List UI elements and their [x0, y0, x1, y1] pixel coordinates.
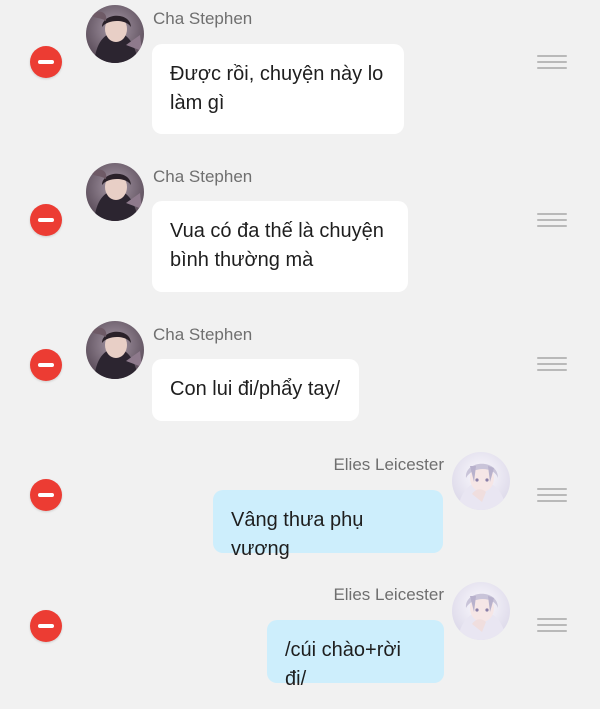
avatar[interactable] — [86, 163, 144, 221]
avatar[interactable] — [452, 582, 510, 640]
message-row[interactable]: Elies Leicester Vâng thưa phụ vương — [0, 446, 600, 566]
drag-handle-icon[interactable] — [537, 357, 567, 373]
light-haired-character-avatar-icon — [452, 582, 510, 640]
dark-haired-character-avatar-icon — [86, 5, 144, 63]
avatar[interactable] — [452, 452, 510, 510]
avatar[interactable] — [86, 321, 144, 379]
sender-name: Cha Stephen — [153, 9, 253, 28]
message-row[interactable]: Cha Stephen Được rồi, chuyện này lo làm … — [0, 0, 600, 150]
drag-handle-icon[interactable] — [537, 55, 567, 71]
delete-message-button[interactable] — [30, 479, 62, 511]
sender-name: Cha Stephen — [153, 167, 253, 186]
delete-message-button[interactable] — [30, 610, 62, 642]
drag-handle-icon[interactable] — [537, 213, 567, 229]
light-haired-character-avatar-icon — [452, 452, 510, 510]
dark-haired-character-avatar-icon — [86, 321, 144, 379]
delete-message-button[interactable] — [30, 349, 62, 381]
avatar[interactable] — [86, 5, 144, 63]
message-bubble[interactable]: Vâng thưa phụ vương — [213, 490, 443, 560]
message-bubble[interactable]: Con lui đi/phẩy tay/ — [152, 359, 359, 421]
drag-handle-icon[interactable] — [537, 488, 567, 504]
message-bubble[interactable]: Vua có đa thế là chuyện bình thường mà — [152, 201, 408, 292]
sender-name: Elies Leicester — [333, 455, 444, 474]
message-bubble[interactable]: Được rồi, chuyện này lo làm gì — [152, 44, 404, 134]
delete-message-button[interactable] — [30, 204, 62, 236]
message-row[interactable]: Cha Stephen Con lui đi/phẩy tay/ — [0, 316, 600, 436]
sender-name: Cha Stephen — [153, 325, 253, 344]
dark-haired-character-avatar-icon — [86, 163, 144, 221]
delete-message-button[interactable] — [30, 46, 62, 78]
sender-name: Elies Leicester — [333, 585, 444, 604]
message-bubble[interactable]: /cúi chào+rời đi/ — [267, 620, 444, 690]
message-row[interactable]: Elies Leicester /cúi chào+rời đi/ — [0, 576, 600, 696]
message-row[interactable]: Cha Stephen Vua có đa thế là chuyện bình… — [0, 158, 600, 308]
drag-handle-icon[interactable] — [537, 618, 567, 634]
